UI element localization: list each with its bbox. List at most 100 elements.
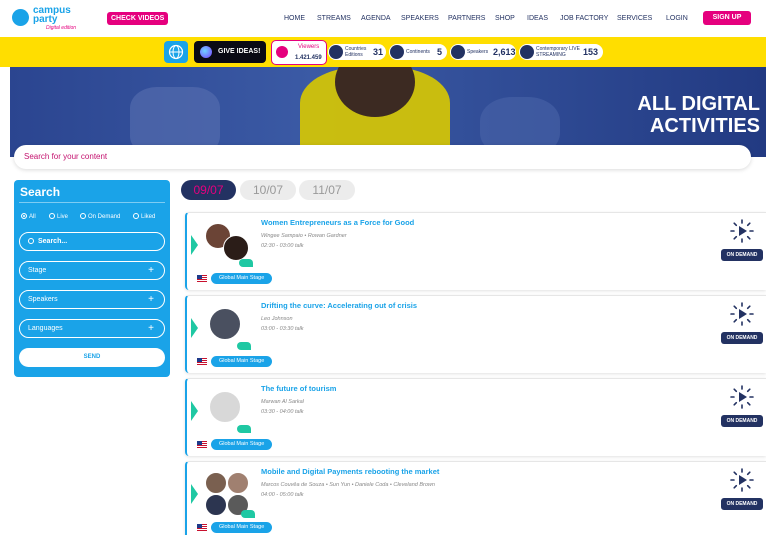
- speaker-avatars: [203, 221, 257, 267]
- campus-party-logo[interactable]: campus party Digital edition: [12, 6, 82, 32]
- logo-text-party: party: [33, 14, 58, 25]
- lightbulb-icon: [200, 46, 212, 58]
- avatar: [223, 235, 249, 261]
- us-flag-icon: [197, 358, 207, 365]
- teal-dot-icon: [237, 425, 251, 433]
- nav-ideas[interactable]: IDEAS: [527, 15, 548, 22]
- stage-badge: Global Main Stage: [211, 273, 273, 284]
- speakers-label: Speakers: [467, 49, 489, 55]
- session-speakers: Wingee Sampaio • Rowan Gardner: [261, 233, 347, 239]
- session-title[interactable]: Women Entrepreneurs as a Force for Good: [261, 218, 414, 227]
- globe-button[interactable]: [164, 41, 188, 63]
- viewers-counter: Viewers 1.421.459: [271, 40, 327, 65]
- stats-bar: GIVE IDEAS! Viewers 1.421.459 Countries …: [0, 37, 766, 67]
- on-demand-badge[interactable]: ON DEMAND: [721, 332, 763, 344]
- nav-job-factory[interactable]: JOB FACTORY: [560, 15, 608, 22]
- nav-agenda[interactable]: AGENDA: [361, 15, 391, 22]
- logo-edition: Digital edition: [46, 25, 77, 31]
- logo-circle-icon: [12, 9, 29, 26]
- stage-badge: Global Main Stage: [211, 356, 273, 367]
- us-flag-icon: [197, 275, 207, 282]
- us-flag-icon: [197, 524, 207, 531]
- search-icon: [28, 238, 34, 244]
- streaming-label: Contemporary LIVE STREAMING: [536, 46, 580, 58]
- top-nav: campus party Digital edition CHECK VIDEO…: [0, 0, 766, 37]
- nav-shop[interactable]: SHOP: [495, 15, 515, 22]
- hero-banner: ALL DIGITAL ACTIVITIES: [10, 67, 766, 157]
- on-demand-badge[interactable]: ON DEMAND: [721, 249, 763, 261]
- speaker-avatars: [203, 470, 257, 518]
- session-time: 02:30 - 03:00 talk: [261, 243, 304, 249]
- speaker-avatars: [203, 387, 257, 433]
- session-speakers: Marcos Couvêa de Souza • Sun Yun • Danie…: [261, 482, 435, 488]
- send-button[interactable]: SEND: [19, 348, 165, 367]
- play-marker-icon: [191, 318, 198, 338]
- on-demand-badge[interactable]: ON DEMAND: [721, 498, 763, 510]
- radio-liked[interactable]: Liked: [133, 213, 155, 220]
- countries-stat: Countries Editions 31: [328, 44, 386, 60]
- viewers-value: 1.421.459: [295, 55, 322, 61]
- check-videos-button[interactable]: CHECK VIDEOS: [107, 12, 169, 25]
- continents-stat: Continents 5: [389, 44, 447, 60]
- continents-value: 5: [437, 47, 443, 57]
- login-link[interactable]: LOGIN: [666, 15, 688, 22]
- hero-title-line2: ACTIVITIES: [649, 115, 760, 137]
- avatar: [205, 494, 227, 516]
- play-button-icon[interactable]: [730, 385, 754, 409]
- session-card[interactable]: Women Entrepreneurs as a Force for Good …: [185, 212, 766, 290]
- session-time: 03:30 - 04:00 talk: [261, 409, 304, 415]
- session-card[interactable]: Drifting the curve: Accelerating out of …: [185, 295, 766, 373]
- plus-icon: +: [148, 265, 154, 276]
- signup-button[interactable]: SIGN UP: [703, 11, 751, 25]
- languages-filter[interactable]: Languages +: [19, 319, 165, 338]
- streaming-stat: Contemporary LIVE STREAMING 153: [519, 44, 603, 60]
- play-marker-icon: [191, 401, 198, 421]
- play-button-icon[interactable]: [730, 302, 754, 326]
- date-tab-1107[interactable]: 11/07: [299, 180, 355, 200]
- streaming-value: 153: [583, 47, 599, 57]
- date-tab-0907[interactable]: 09/07: [181, 180, 236, 200]
- give-ideas-label: GIVE IDEAS!: [218, 48, 261, 55]
- nav-partners[interactable]: PARTNERS: [448, 15, 485, 22]
- sidebar-search-input[interactable]: Search...: [19, 232, 165, 251]
- date-tab-1007[interactable]: 10/07: [240, 180, 296, 200]
- radio-all[interactable]: All: [21, 213, 36, 220]
- session-title[interactable]: Mobile and Digital Payments rebooting th…: [261, 467, 439, 476]
- session-title[interactable]: Drifting the curve: Accelerating out of …: [261, 301, 417, 310]
- nav-streams[interactable]: STREAMS: [317, 15, 351, 22]
- teal-dot-icon: [241, 510, 255, 518]
- avatar: [209, 391, 241, 423]
- session-card[interactable]: Mobile and Digital Payments rebooting th…: [185, 461, 766, 535]
- session-card[interactable]: The future of tourism Marwan Al Sarkal 0…: [185, 378, 766, 456]
- continents-label: Continents: [406, 49, 430, 55]
- hero-title-line1: ALL DIGITAL: [637, 93, 760, 115]
- nav-speakers[interactable]: SPEAKERS: [401, 15, 439, 22]
- speakers-icon: [451, 45, 465, 59]
- nav-home[interactable]: HOME: [284, 15, 305, 22]
- teal-dot-icon: [239, 259, 253, 267]
- sidebar-title: Search: [20, 185, 61, 199]
- content-search-input[interactable]: Search for your content: [14, 145, 751, 169]
- radio-live[interactable]: Live: [49, 213, 68, 220]
- search-sidebar: Search All Live On Demand Liked Search..…: [14, 180, 170, 377]
- stage-badge: Global Main Stage: [211, 522, 273, 533]
- speakers-filter[interactable]: Speakers +: [19, 290, 165, 309]
- play-marker-icon: [191, 235, 198, 255]
- plus-icon: +: [148, 294, 154, 305]
- eye-icon: [276, 46, 288, 58]
- speaker-avatars: [203, 304, 257, 350]
- countries-value: 31: [373, 47, 384, 57]
- continents-icon: [390, 45, 404, 59]
- session-time: 04:00 - 05:00 talk: [261, 492, 304, 498]
- on-demand-badge[interactable]: ON DEMAND: [721, 415, 763, 427]
- play-button-icon[interactable]: [730, 468, 754, 492]
- nav-services[interactable]: SERVICES: [617, 15, 652, 22]
- radio-on-demand[interactable]: On Demand: [80, 213, 120, 220]
- session-title[interactable]: The future of tourism: [261, 384, 336, 393]
- give-ideas-button[interactable]: GIVE IDEAS!: [194, 41, 266, 63]
- stage-filter[interactable]: Stage +: [19, 261, 165, 280]
- play-button-icon[interactable]: [730, 219, 754, 243]
- speakers-stat: Speakers 2,613: [450, 44, 516, 60]
- stage-badge: Global Main Stage: [211, 439, 273, 450]
- session-speakers: Leo Johnson: [261, 316, 293, 322]
